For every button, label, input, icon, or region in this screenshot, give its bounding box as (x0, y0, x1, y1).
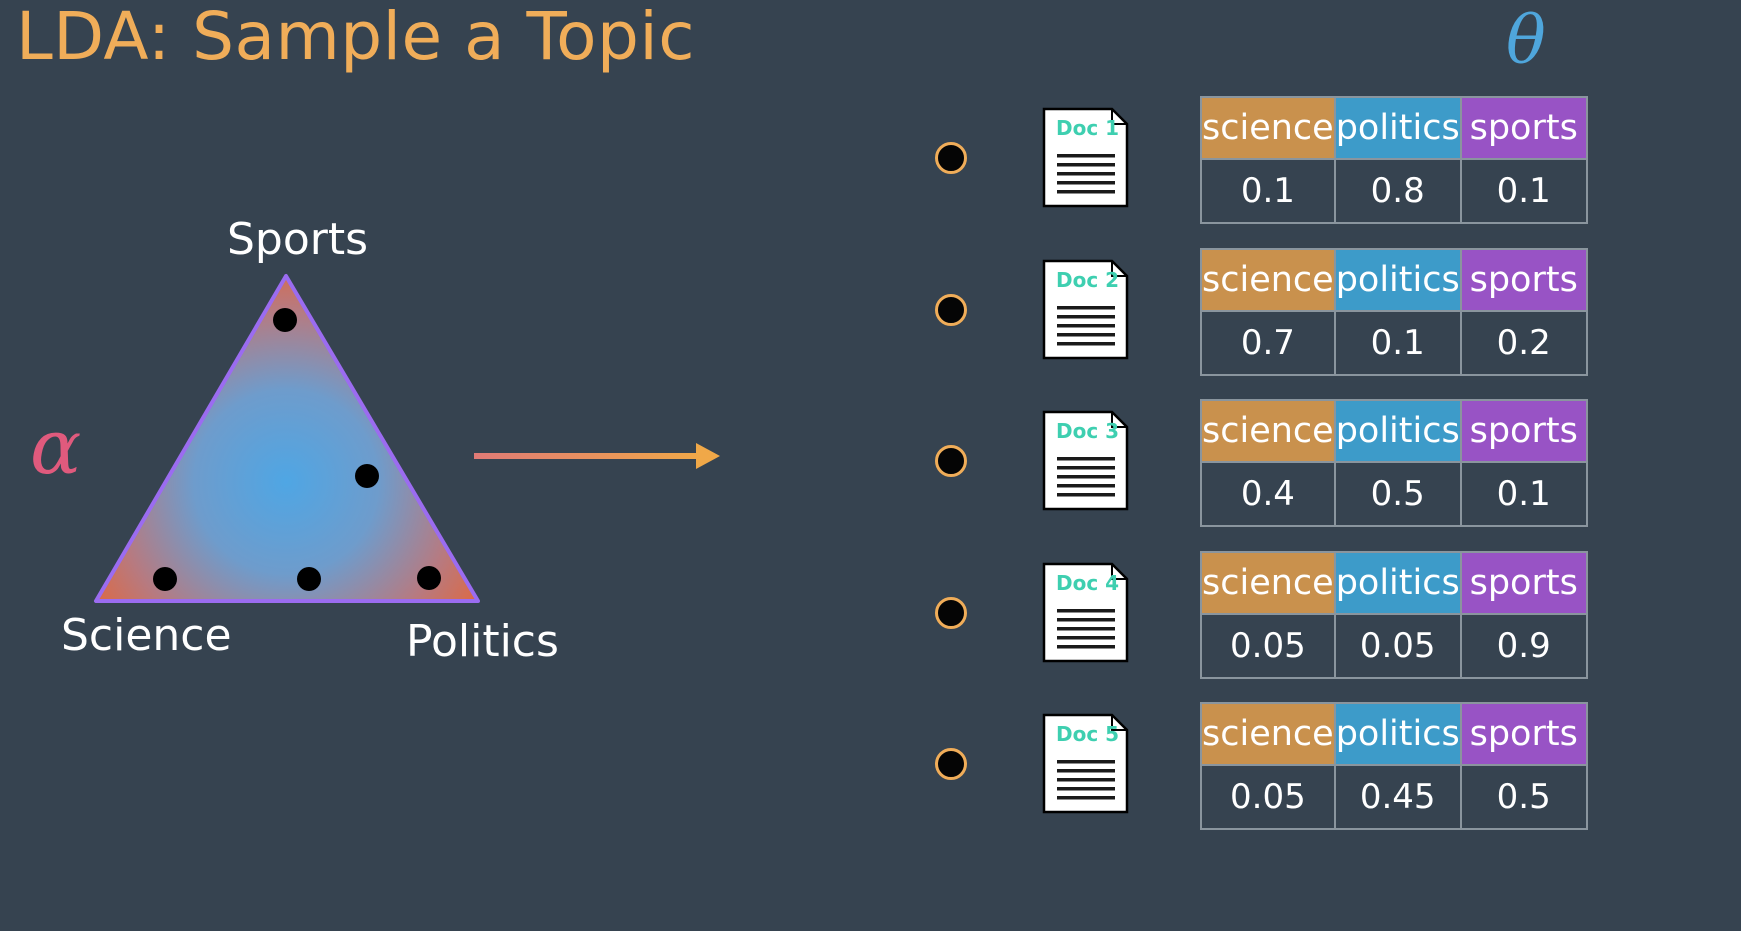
topic-distribution-table: science politics sports 0.1 0.8 0.1 (1200, 96, 1588, 224)
topic-header-politics: politics (1333, 96, 1462, 160)
topic-header-row: science politics sports (1200, 550, 1588, 615)
topic-distribution-table: science politics sports 0.05 0.05 0.9 (1200, 550, 1588, 679)
topic-value-cell: 0.5 (1333, 461, 1462, 527)
topic-header-sports: sports (1459, 702, 1588, 766)
topic-value-row: 0.4 0.5 0.1 (1200, 461, 1588, 527)
document-dot (935, 293, 967, 326)
topic-value-row: 0.1 0.8 0.1 (1200, 158, 1588, 224)
topic-value-cell: 0.1 (1333, 309, 1462, 376)
sample-point (273, 308, 297, 332)
topic-header-politics: politics (1333, 702, 1462, 766)
topic-header-science: science (1200, 96, 1336, 160)
topic-value-cell: 0.5 (1459, 764, 1588, 830)
sample-point (153, 567, 177, 591)
topic-value-cell: 0.8 (1333, 158, 1462, 224)
topic-value-row: 0.05 0.45 0.5 (1200, 764, 1588, 830)
vertex-label-science: Science (61, 610, 232, 661)
dirichlet-simplex (94, 274, 720, 603)
document-label: Doc 4 (1056, 570, 1120, 595)
arrow (474, 443, 720, 469)
vertex-label-sports: Sports (227, 214, 369, 265)
vertex-label-politics: Politics (406, 616, 559, 667)
topic-value-cell: 0.1 (1459, 461, 1588, 527)
document-dot (935, 596, 967, 629)
topic-value-cell: 0.45 (1333, 764, 1462, 830)
topic-header-sports: sports (1459, 247, 1588, 312)
document-label: Doc 1 (1056, 116, 1120, 140)
topic-header-science: science (1200, 247, 1336, 312)
document-label: Doc 2 (1056, 267, 1120, 292)
sample-point (417, 566, 441, 590)
topic-header-politics: politics (1333, 399, 1462, 463)
topic-distribution-table: science politics sports 0.7 0.1 0.2 (1200, 247, 1588, 376)
topic-value-cell: 0.05 (1333, 612, 1462, 679)
document-dot (935, 748, 967, 780)
topic-value-cell: 0.4 (1200, 461, 1336, 527)
sample-point (355, 464, 379, 488)
document-dot (935, 445, 967, 477)
topic-header-politics: politics (1333, 247, 1462, 312)
topic-header-row: science politics sports (1200, 399, 1588, 463)
topic-value-row: 0.05 0.05 0.9 (1200, 612, 1588, 679)
document-label: Doc 5 (1056, 722, 1120, 746)
topic-distribution-table: science politics sports 0.05 0.45 0.5 (1200, 702, 1588, 830)
topic-value-cell: 0.2 (1459, 309, 1588, 376)
topic-value-cell: 0.05 (1200, 764, 1336, 830)
topic-value-row: 0.7 0.1 0.2 (1200, 309, 1588, 376)
sample-point (297, 567, 321, 591)
topic-header-science: science (1200, 550, 1336, 615)
topic-header-science: science (1200, 399, 1336, 463)
document-label: Doc 3 (1056, 419, 1120, 443)
topic-header-sports: sports (1459, 96, 1588, 160)
document-dot (935, 142, 967, 174)
topic-distribution-table: science politics sports 0.4 0.5 0.1 (1200, 399, 1588, 527)
topic-value-cell: 0.1 (1200, 158, 1336, 224)
topic-header-row: science politics sports (1200, 702, 1588, 766)
topic-header-sports: sports (1459, 399, 1588, 463)
theta-symbol: θ (1506, 2, 1546, 79)
topic-header-science: science (1200, 702, 1336, 766)
topic-value-cell: 0.9 (1459, 612, 1588, 679)
topic-value-cell: 0.7 (1200, 309, 1336, 376)
topic-header-sports: sports (1459, 550, 1588, 615)
topic-value-cell: 0.1 (1459, 158, 1588, 224)
topic-header-row: science politics sports (1200, 96, 1588, 160)
topic-header-row: science politics sports (1200, 247, 1588, 312)
topic-value-cell: 0.05 (1200, 612, 1336, 679)
topic-header-politics: politics (1333, 550, 1462, 615)
